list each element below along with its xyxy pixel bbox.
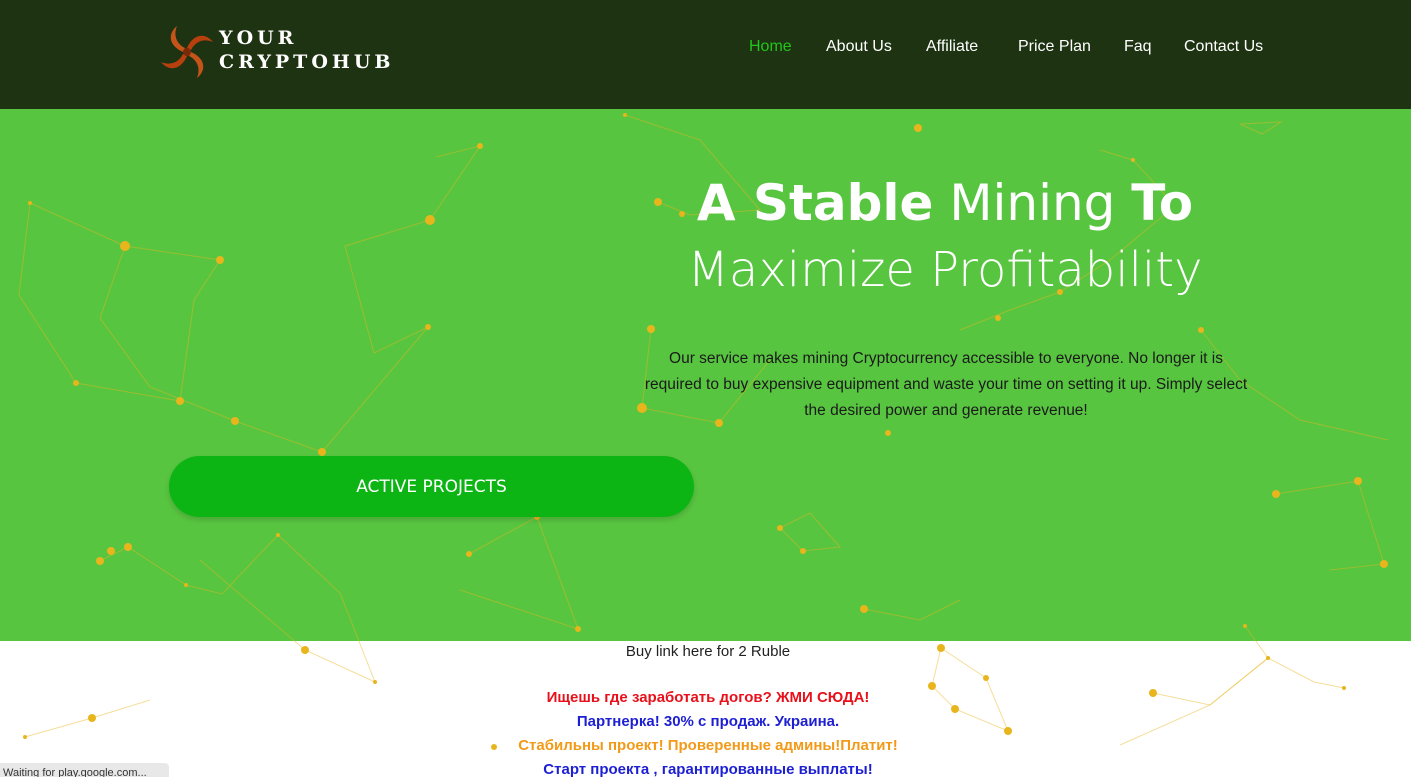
headline-line-1: A Stable Mining To xyxy=(600,170,1290,236)
promo-link-3[interactable]: Стабильны проект! Проверенные админы!Пла… xyxy=(440,734,976,758)
hero-description: Our service makes mining Cryptocurrency … xyxy=(644,350,1248,419)
nav-price-plan[interactable]: Price Plan xyxy=(1018,38,1091,56)
promo-link-1[interactable]: Ищешь где заработать догов? ЖМИ СЮДА! xyxy=(440,686,976,710)
nav-affiliate[interactable]: Affiliate xyxy=(926,38,978,56)
promo-link-4[interactable]: Старт проекта , гарантированные выплаты! xyxy=(440,758,976,782)
headline-word-stable: A Stable xyxy=(696,174,934,232)
active-projects-button[interactable]: ACTIVE PROJECTS xyxy=(169,456,694,517)
hero-headline: A Stable Mining To Maximize Profitabilit… xyxy=(600,170,1290,304)
headline-word-to: To xyxy=(1131,174,1194,232)
nav-home[interactable]: Home xyxy=(749,38,792,56)
nav-faq[interactable]: Faq xyxy=(1124,38,1152,56)
promo-links: Ищешь где заработать догов? ЖМИ СЮДА! Па… xyxy=(440,686,976,782)
buy-link-text: Buy link here for 2 Ruble xyxy=(625,643,791,660)
main-nav: Home About Us Affiliate Price Plan Faq C… xyxy=(0,38,1411,60)
headline-word-mining: Mining xyxy=(933,174,1132,232)
nav-contact-us[interactable]: Contact Us xyxy=(1184,38,1263,56)
site-header: YOUR CRYPTOHUB Home About Us Affiliate P… xyxy=(0,0,1411,109)
promo-link-2[interactable]: Партнерка! 30% с продаж. Украина. xyxy=(440,710,976,734)
headline-line-2: Maximize Profitability xyxy=(687,242,1203,298)
nav-about-us[interactable]: About Us xyxy=(826,38,892,56)
